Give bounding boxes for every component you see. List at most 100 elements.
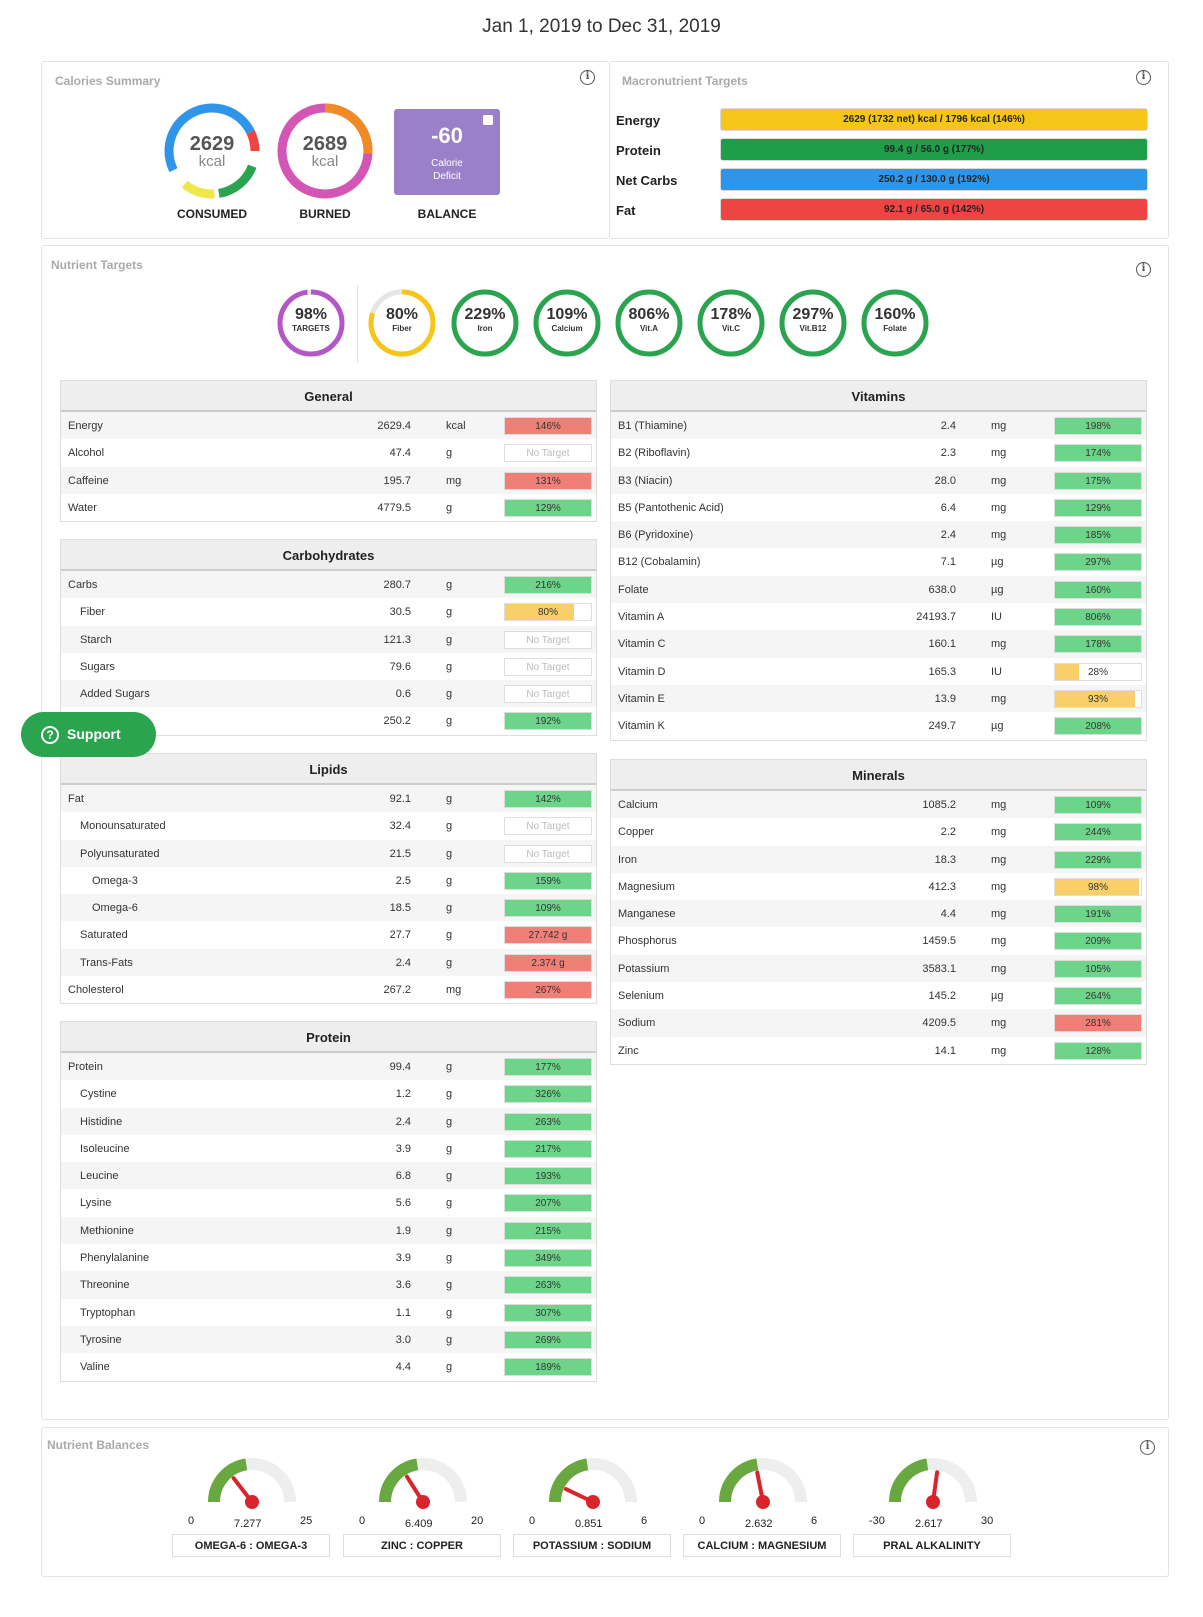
row-progress-bar: 159% (504, 871, 592, 890)
table-row[interactable]: Magnesium 412.3 mg 98% (611, 873, 1146, 900)
nutrient-targets-info-icon[interactable]: i (1136, 262, 1151, 277)
table-row[interactable]: B1 (Thiamine) 2.4 mg 198% (611, 412, 1146, 440)
table-row[interactable]: B5 (Pantothenic Acid) 6.4 mg 129% (611, 494, 1146, 521)
row-progress-bar: No Target (504, 817, 592, 836)
balances-info-icon[interactable]: i (1140, 1440, 1155, 1455)
table-row[interactable]: Lysine 5.6 g 207% (61, 1189, 596, 1216)
row-progress-bar: 128% (1054, 1041, 1142, 1060)
row-unit: g (446, 579, 453, 591)
table-row[interactable]: Vitamin A 24193.7 IU 806% (611, 603, 1146, 630)
table-row[interactable]: Vitamin C 160.1 mg 178% (611, 630, 1146, 658)
row-value: 18.5 (389, 902, 411, 915)
target-pct-3: 109% (546, 306, 588, 323)
row-progress-label: 175% (1085, 475, 1111, 487)
table-title-carbs: Carbohydrates (61, 540, 596, 571)
table-row[interactable]: Starch 121.3 g No Target (61, 625, 596, 653)
table-row[interactable]: Added Sugars 0.6 g No Target (61, 680, 596, 708)
calories-info-icon[interactable]: i (580, 70, 595, 85)
row-value: 4209.5 (922, 1017, 956, 1030)
table-row[interactable]: Iron 18.3 mg 229% (611, 845, 1146, 873)
table-row[interactable]: Vitamin E 13.9 mg 93% (611, 684, 1146, 713)
target-circle-6[interactable]: 297% Vit.B12 (778, 288, 848, 358)
table-row[interactable]: Potassium 3583.1 mg 105% (611, 954, 1146, 983)
macro-info-icon[interactable]: i (1136, 70, 1151, 85)
macro-bar-1[interactable]: 99.4 g / 56.0 g (177%) (721, 139, 1147, 160)
table-row[interactable]: Polyunsaturated 21.5 g No Target (61, 839, 596, 867)
row-progress-label: 131% (535, 475, 561, 487)
table-row[interactable]: Cholesterol 267.2 mg 267% (61, 976, 596, 1003)
table-row[interactable]: Phenylalanine 3.9 g 349% (61, 1244, 596, 1271)
row-unit: g (446, 1361, 453, 1374)
table-row[interactable]: Sodium 4209.5 mg 281% (611, 1009, 1146, 1037)
table-row[interactable]: Selenium 145.2 µg 264% (611, 982, 1146, 1009)
table-row[interactable]: Vitamin D 165.3 IU 28% (611, 658, 1146, 685)
row-value: 1459.5 (922, 935, 956, 948)
row-progress-bar: 131% (504, 471, 592, 490)
row-unit: IU (991, 611, 1002, 624)
table-row[interactable]: Fat 92.1 g 142% (61, 785, 596, 813)
macro-bar-2[interactable]: 250.2 g / 130.0 g (192%) (721, 169, 1147, 190)
macro-bar-0[interactable]: 2629 (1732 net) kcal / 1796 kcal (146%) (721, 109, 1147, 130)
row-progress-label: 198% (1085, 421, 1111, 432)
row-progress-label: 146% (535, 421, 561, 432)
table-row[interactable]: Threonine 3.6 g 263% (61, 1271, 596, 1299)
row-value: 638.0 (928, 583, 956, 596)
table-row[interactable]: Histidine 2.4 g 263% (61, 1107, 596, 1135)
table-row[interactable]: Phosphorus 1459.5 mg 209% (611, 927, 1146, 954)
row-value: 14.1 (934, 1044, 956, 1057)
table-row[interactable]: Methionine 1.9 g 215% (61, 1216, 596, 1245)
row-value: 6.4 (940, 501, 956, 514)
target-circle-3[interactable]: 109% Calcium (532, 288, 602, 358)
target-circle-0[interactable]: 98% TARGETS (276, 288, 346, 358)
target-circle-1[interactable]: 80% Fiber (367, 288, 437, 358)
table-row[interactable]: B6 (Pyridoxine) 2.4 mg 185% (611, 521, 1146, 549)
table-row[interactable]: Sugars 79.6 g No Target (61, 653, 596, 680)
table-row[interactable]: Carbs 280.7 g 216% (61, 571, 596, 599)
table-row[interactable]: Trans-Fats 2.4 g 2.374 g (61, 948, 596, 977)
table-row[interactable]: Tyrosine 3.0 g 269% (61, 1325, 596, 1354)
table-row[interactable]: Cystine 1.2 g 326% (61, 1080, 596, 1107)
table-row[interactable]: Monounsaturated 32.4 g No Target (61, 812, 596, 839)
target-circle-2[interactable]: 229% Iron (450, 288, 520, 358)
table-row[interactable]: Copper 2.2 mg 244% (611, 818, 1146, 845)
table-row[interactable]: Tryptophan 1.1 g 307% (61, 1299, 596, 1326)
row-value: 6.8 (395, 1170, 411, 1183)
table-row[interactable]: Fiber 30.5 g 80% (61, 598, 596, 625)
support-button[interactable]: ? Support (21, 712, 156, 757)
table-row[interactable]: Isoleucine 3.9 g 217% (61, 1135, 596, 1162)
table-row[interactable]: Folate 638.0 µg 160% (611, 575, 1146, 604)
row-progress-label: 159% (535, 875, 561, 887)
table-row[interactable]: Leucine 6.8 g 193% (61, 1162, 596, 1190)
row-progress-bar: 806% (1054, 608, 1142, 627)
balance-card[interactable]: -60 Calorie Deficit (394, 109, 500, 195)
row-progress-label: No Target (526, 689, 570, 701)
row-unit: mg (991, 692, 1007, 705)
table-row[interactable]: Protein 99.4 g 177% (61, 1053, 596, 1081)
macro-bar-3[interactable]: 92.1 g / 65.0 g (142%) (721, 199, 1147, 220)
table-row[interactable]: Caffeine 195.7 mg 131% (61, 466, 596, 494)
table-row[interactable]: Zinc 14.1 mg 128% (611, 1037, 1146, 1064)
row-progress-label: 297% (1085, 557, 1111, 569)
table-row[interactable]: Energy 2629.4 kcal 146% (61, 412, 596, 440)
row-progress-bar: 229% (1054, 850, 1142, 869)
table-row[interactable]: B2 (Riboflavin) 2.3 mg 174% (611, 439, 1146, 466)
table-row[interactable]: Saturated 27.7 g 27.742 g (61, 921, 596, 948)
row-progress-label: 208% (1085, 721, 1111, 733)
table-row[interactable]: Omega-3 2.5 g 159% (61, 867, 596, 894)
table-row[interactable]: Valine 4.4 g 189% (61, 1353, 596, 1380)
table-row[interactable]: Calcium 1085.2 mg 109% (611, 791, 1146, 819)
table-row[interactable]: Alcohol 47.4 g No Target (61, 439, 596, 466)
row-value: 47.4 (389, 447, 411, 460)
nutrient-targets-title: Nutrient Targets (51, 258, 143, 272)
table-row[interactable]: B3 (Niacin) 28.0 mg 175% (611, 466, 1146, 494)
target-circle-7[interactable]: 160% Folate (860, 288, 930, 358)
table-row[interactable]: Manganese 4.4 mg 191% (611, 900, 1146, 928)
row-progress-label: 326% (535, 1089, 561, 1101)
row-unit: µg (991, 720, 1004, 733)
table-row[interactable]: Water 4779.5 g 129% (61, 494, 596, 521)
table-row[interactable]: Omega-6 18.5 g 109% (61, 894, 596, 922)
target-circle-4[interactable]: 806% Vit.A (614, 288, 684, 358)
table-row[interactable]: B12 (Cobalamin) 7.1 µg 297% (611, 548, 1146, 575)
target-circle-5[interactable]: 178% Vit.C (696, 288, 766, 358)
table-row[interactable]: Vitamin K 249.7 µg 208% (611, 712, 1146, 739)
